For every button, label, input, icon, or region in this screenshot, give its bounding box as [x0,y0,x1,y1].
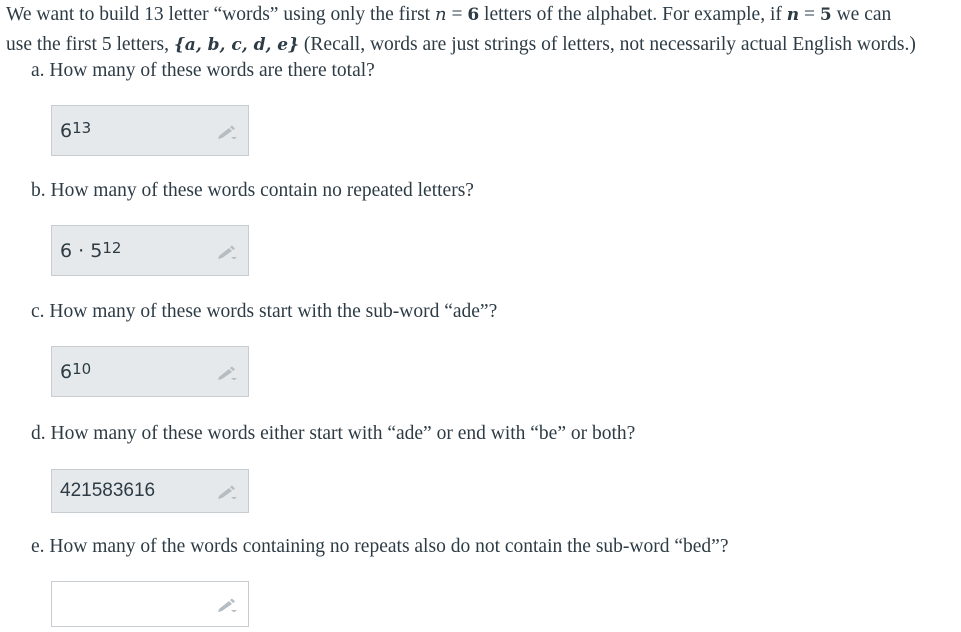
pencil-icon[interactable] [216,598,238,612]
problem-line-1: We want to build 13 letter “words” using… [6,4,892,25]
problem-statement: We want to build 13 letter “words” using… [6,0,956,60]
pencil-icon[interactable] [216,245,238,259]
question-e-label: e. How many of the words containing no r… [31,536,729,557]
answer-c-field[interactable]: 610 [51,346,249,397]
pencil-icon[interactable] [216,366,238,380]
pencil-icon[interactable] [216,125,238,139]
question-b-label: b. How many of these words contain no re… [31,180,474,201]
problem-line-2: use the first 5 letters, {a, b, c, d, e}… [6,34,916,55]
answer-c-value: 610 [60,360,92,383]
answer-d-value: 421583616 [60,480,156,501]
question-c-label: c. How many of these words start with th… [31,301,498,322]
answer-b-field[interactable]: 6 · 512 [51,225,249,276]
answer-b-value: 6 · 512 [60,239,122,262]
question-d-label: d. How many of these words either start … [31,423,636,444]
answer-a-value: 613 [60,119,92,142]
answer-a-field[interactable]: 613 [51,105,249,156]
answer-d-field[interactable]: 421583616 [51,469,249,513]
pencil-icon[interactable] [216,485,238,499]
answer-e-field[interactable] [51,581,249,627]
question-a-label: a. How many of these words are there tot… [31,60,375,81]
